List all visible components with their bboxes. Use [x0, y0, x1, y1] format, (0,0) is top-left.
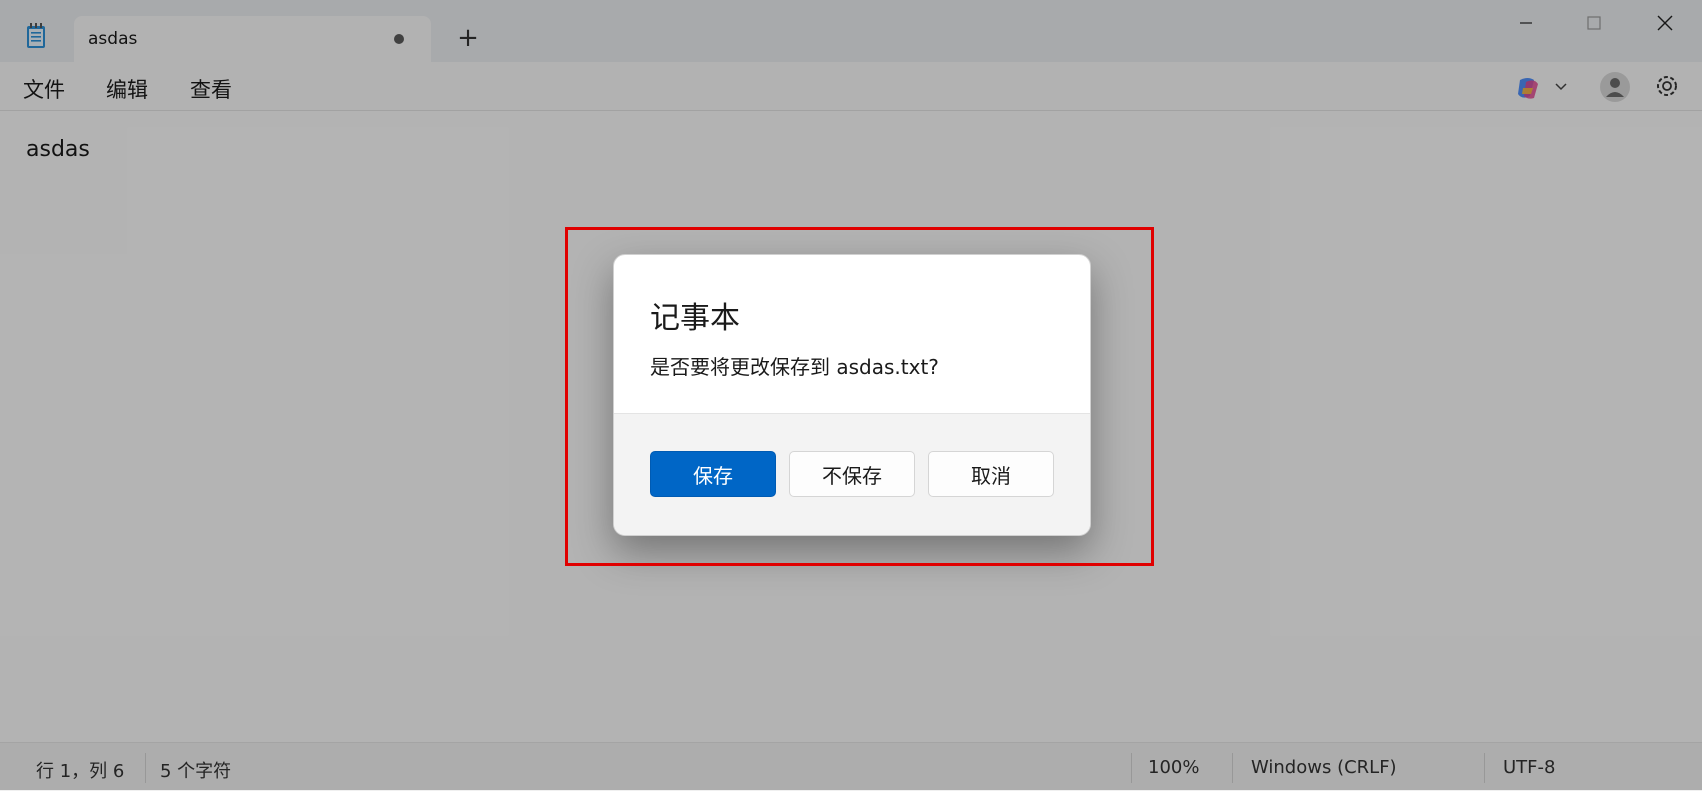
highlight-box: [565, 227, 1154, 566]
